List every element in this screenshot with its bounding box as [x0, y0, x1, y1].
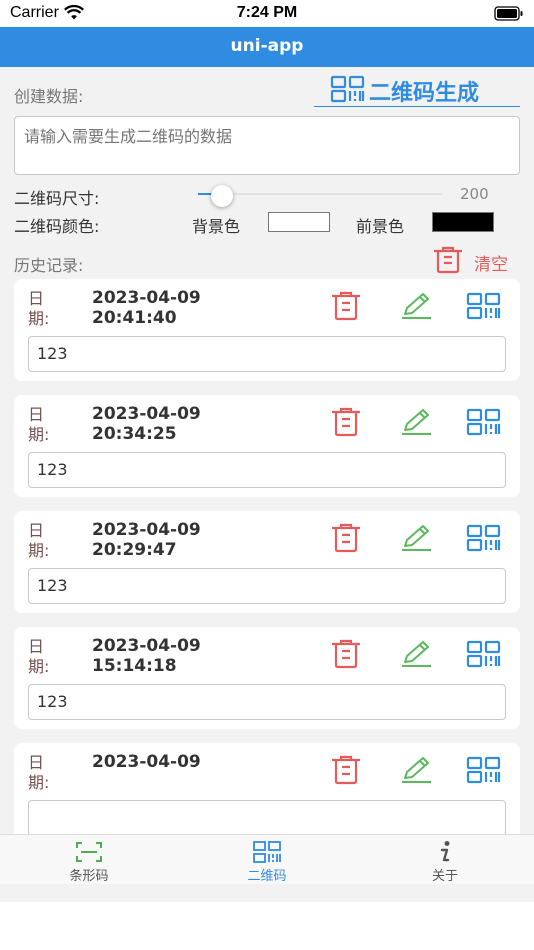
trash-icon	[330, 291, 362, 325]
trash-icon	[330, 407, 362, 441]
show-qrcode-button[interactable]	[466, 408, 502, 440]
history-card: 日期: 2023-04-09 15:14:18 123	[14, 627, 520, 729]
trash-icon	[330, 639, 362, 673]
tab-qrcode[interactable]: 二维码	[178, 835, 356, 885]
foreground-color-label: 前景色	[356, 217, 405, 236]
show-qrcode-button[interactable]	[466, 524, 502, 556]
date-label: 日期:	[28, 289, 50, 328]
record-datetime: 2023-04-09 20:29:47	[92, 520, 201, 560]
record-datetime: 2023-04-09 20:41:40	[92, 288, 201, 328]
history-card: 日期: 2023-04-09 20:29:47 123	[14, 511, 520, 613]
qrcode-icon	[466, 756, 502, 788]
qr-color-label: 二维码颜色:	[14, 217, 100, 236]
generate-label: 二维码生成	[369, 80, 480, 106]
trash-icon	[330, 523, 362, 557]
record-value-field[interactable]: 123	[28, 684, 506, 720]
create-data-label: 创建数据:	[14, 87, 84, 106]
delete-record-button[interactable]	[328, 407, 364, 441]
edit-record-button[interactable]	[398, 525, 434, 555]
foreground-color-swatch[interactable]	[432, 212, 494, 232]
record-datetime: 2023-04-09	[92, 752, 201, 772]
record-time: 20:34:25	[92, 424, 177, 444]
show-qrcode-button[interactable]	[466, 640, 502, 672]
status-bar: Carrier 7:24 PM	[0, 0, 534, 27]
pencil-icon	[399, 524, 433, 556]
qrcode-icon	[330, 75, 366, 107]
qrcode-icon	[466, 408, 502, 440]
pencil-icon	[399, 756, 433, 788]
record-date: 2023-04-09	[92, 752, 201, 772]
show-qrcode-button[interactable]	[466, 756, 502, 788]
slider-track	[198, 193, 442, 195]
qr-data-input[interactable]	[14, 116, 520, 175]
clear-history-label: 清空	[474, 254, 508, 275]
clock: 7:24 PM	[236, 4, 298, 21]
show-qrcode-button[interactable]	[466, 292, 502, 324]
record-date: 2023-04-09	[92, 636, 201, 656]
record-time: 15:14:18	[92, 656, 177, 676]
tab-barcode[interactable]: 条形码	[0, 835, 178, 885]
trash-icon	[432, 246, 464, 278]
pencil-icon	[399, 292, 433, 324]
generate-qrcode-button[interactable]: 二维码生成	[314, 75, 520, 107]
record-date: 2023-04-09	[92, 520, 201, 540]
edit-record-button[interactable]	[398, 293, 434, 323]
home-indicator-area	[0, 902, 534, 950]
record-time: 20:41:40	[92, 308, 177, 328]
qr-size-value: 200	[460, 185, 489, 203]
tab-label: 二维码	[247, 869, 287, 884]
edit-record-button[interactable]	[398, 757, 434, 787]
history-card: 日期: 2023-04-09 20:41:40 123	[14, 279, 520, 381]
page-title: uni-app	[230, 36, 304, 56]
date-label: 日期:	[28, 753, 50, 792]
background-color-label: 背景色	[192, 217, 241, 236]
tab-about[interactable]: 关于	[356, 835, 534, 885]
tab-bar: 条形码 二维码 关于	[0, 834, 534, 884]
date-label: 日期:	[28, 521, 50, 560]
qr-size-label: 二维码尺寸:	[14, 189, 100, 208]
record-value-field[interactable]: 123	[28, 336, 506, 372]
qrcode-icon	[466, 524, 502, 556]
record-date: 2023-04-09	[92, 404, 201, 424]
edit-record-button[interactable]	[398, 641, 434, 671]
history-card: 日期: 2023-04-09	[14, 743, 520, 845]
qrcode-icon	[466, 640, 502, 672]
record-datetime: 2023-04-09 15:14:18	[92, 636, 201, 676]
record-time: 20:29:47	[92, 540, 177, 560]
record-value-field[interactable]: 123	[28, 452, 506, 488]
delete-record-button[interactable]	[328, 755, 364, 789]
trash-icon	[330, 755, 362, 789]
tab-label: 条形码	[69, 869, 109, 884]
delete-record-button[interactable]	[328, 291, 364, 325]
qrcode-icon	[466, 292, 502, 324]
nav-bar: uni-app	[0, 27, 534, 67]
date-label: 日期:	[28, 637, 50, 676]
pencil-icon	[399, 408, 433, 440]
edit-record-button[interactable]	[398, 409, 434, 439]
qr-size-slider[interactable]	[198, 185, 442, 207]
delete-record-button[interactable]	[328, 523, 364, 557]
delete-record-button[interactable]	[328, 639, 364, 673]
battery-icon	[494, 6, 524, 25]
tab-label: 关于	[431, 869, 458, 884]
background-color-swatch[interactable]	[268, 212, 330, 232]
pencil-icon	[399, 640, 433, 672]
record-datetime: 2023-04-09 20:34:25	[92, 404, 201, 444]
date-label: 日期:	[28, 405, 50, 444]
info-icon	[356, 840, 534, 864]
record-date: 2023-04-09	[92, 288, 201, 308]
clear-history-button[interactable]: 清空	[432, 246, 508, 278]
history-card: 日期: 2023-04-09 20:34:25 123	[14, 395, 520, 497]
slider-thumb[interactable]	[211, 185, 234, 207]
scan-icon	[0, 840, 178, 864]
qrcode-icon	[178, 840, 356, 864]
record-value-field[interactable]: 123	[28, 568, 506, 604]
record-value-field[interactable]	[28, 800, 506, 836]
page-content: 创建数据: 二维码生成 二维码尺寸: 200 二维码颜色: 背景色 前景色 历史…	[0, 67, 534, 902]
history-label: 历史记录:	[14, 256, 84, 275]
